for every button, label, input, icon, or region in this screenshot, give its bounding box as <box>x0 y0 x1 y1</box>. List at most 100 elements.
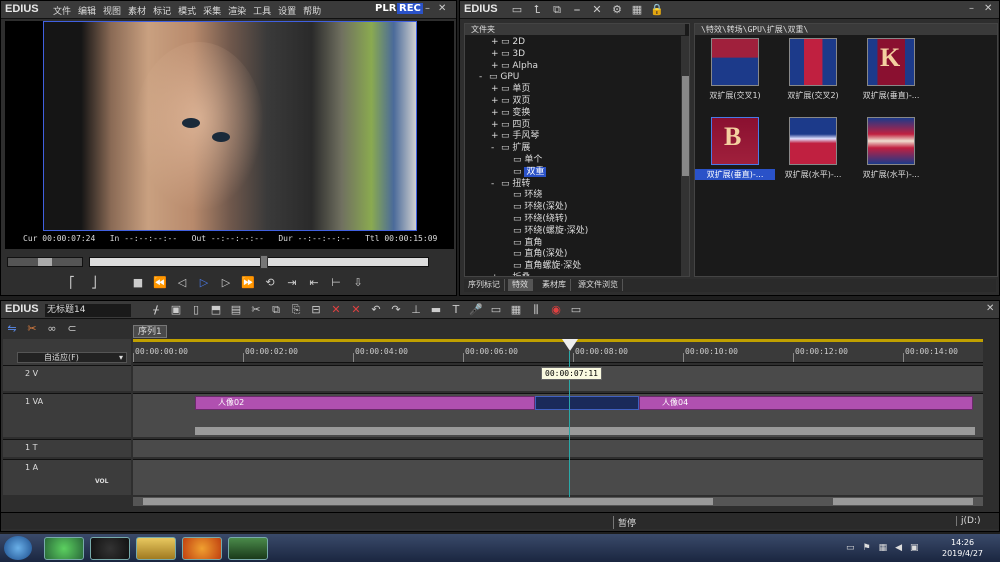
split-icon[interactable]: ⊥ <box>409 303 423 317</box>
redo-icon[interactable]: ↷ <box>389 303 403 317</box>
fast-forward-icon[interactable]: ⏩ <box>241 276 255 290</box>
tray-flag-icon[interactable]: ⚑ <box>863 543 871 553</box>
taskbar-app-firefox[interactable] <box>182 537 222 560</box>
track-header[interactable]: 1 VA <box>3 393 131 437</box>
ripple-delete-icon[interactable]: ✕ <box>349 303 363 317</box>
expander-icon[interactable]: - <box>491 179 501 191</box>
close-button[interactable]: ✕ <box>438 3 446 14</box>
library-tab[interactable]: 序列标记 <box>464 279 505 291</box>
library-tab[interactable]: 素材库 <box>538 279 571 291</box>
track-header[interactable]: 2 V <box>3 365 131 391</box>
expander-icon[interactable]: + <box>491 273 501 276</box>
expander-icon[interactable]: + <box>491 37 501 49</box>
expander-icon[interactable]: + <box>491 61 501 73</box>
paste-icon[interactable]: ⎘ <box>289 303 303 317</box>
plr-label[interactable]: PLR <box>375 3 396 14</box>
clock[interactable]: 14:26 2019/4/27 <box>942 537 983 559</box>
effect-thumbnail[interactable] <box>789 38 837 86</box>
text-icon[interactable]: T <box>449 303 463 317</box>
new-file-icon[interactable]: ▯ <box>189 303 203 317</box>
overwrite-icon[interactable]: ⇤ <box>307 276 321 290</box>
timeline-close-button[interactable]: ✕ <box>986 303 994 314</box>
position-handle[interactable] <box>260 255 268 269</box>
folder-scroll-thumb[interactable] <box>682 76 689 176</box>
taskbar-app-edius[interactable] <box>228 537 268 560</box>
folder-tree-item[interactable]: + ▭ 手风琴 <box>467 131 677 143</box>
menu-item[interactable]: 素材 <box>128 4 146 17</box>
menu-item[interactable]: 工具 <box>253 4 271 17</box>
effect-thumbnail[interactable]: K <box>867 38 915 86</box>
transition-block[interactable] <box>535 396 639 410</box>
effect-thumbnail[interactable] <box>867 117 915 165</box>
jog-handle[interactable] <box>38 258 52 266</box>
folder-tree-item[interactable]: + ▭ 单页 <box>467 84 677 96</box>
mark-icon[interactable]: ▬ <box>429 303 443 317</box>
mode-icon-3[interactable]: ∞ <box>45 322 59 336</box>
stop-icon[interactable]: ■ <box>131 276 145 290</box>
loop-icon[interactable]: ⟲ <box>263 276 277 290</box>
expander-icon[interactable]: + <box>491 108 501 120</box>
menu-item[interactable]: 视图 <box>103 4 121 17</box>
track-area[interactable] <box>133 459 983 495</box>
menu-item[interactable]: 标记 <box>153 4 171 17</box>
grid-icon[interactable]: ▦ <box>509 303 523 317</box>
open-icon[interactable]: ⬒ <box>209 303 223 317</box>
tray-volume-icon[interactable]: ◀ <box>895 543 902 553</box>
new-sequence-icon[interactable]: ᚋ <box>149 303 163 317</box>
fit-dropdown[interactable]: 自适应(F) ▾ <box>17 352 127 363</box>
track-area[interactable] <box>133 439 983 457</box>
library-tab[interactable]: 源文件浏览 <box>574 279 623 291</box>
settings-icon[interactable]: ⚙ <box>610 3 624 17</box>
undo-icon[interactable]: ↶ <box>369 303 383 317</box>
layout-icon[interactable]: ▭ <box>569 303 583 317</box>
taskbar-app-qq[interactable] <box>90 537 130 560</box>
play-icon[interactable]: ▷ <box>197 276 211 290</box>
timeline-scroll-thumb2[interactable] <box>833 498 973 505</box>
set-out-icon[interactable]: ⎦ <box>87 276 101 290</box>
expander-icon[interactable]: - <box>479 72 489 84</box>
mixer-icon[interactable]: ⫼ <box>529 303 543 317</box>
render-icon[interactable]: ▭ <box>489 303 503 317</box>
minimize-button[interactable]: – <box>425 3 430 14</box>
capture-icon[interactable]: ▣ <box>169 303 183 317</box>
menu-item[interactable]: 渲染 <box>228 4 246 17</box>
clip-portrait-02[interactable]: 人像02 <box>195 396 535 410</box>
step-forward-icon[interactable]: ▷ <box>219 276 233 290</box>
tray-network-icon[interactable]: ▦ <box>879 543 888 553</box>
track-header[interactable]: 1 A VOL <box>3 459 131 495</box>
library-close-button[interactable]: ✕ <box>984 3 992 14</box>
effect-thumbnail[interactable] <box>711 38 759 86</box>
folder-tree-item[interactable]: - ▭ 扩展 <box>467 143 677 155</box>
timeline-scrollbar[interactable] <box>133 497 983 506</box>
expander-icon[interactable]: + <box>491 84 501 96</box>
export-icon[interactable]: ⇩ <box>351 276 365 290</box>
folder-tree-item[interactable]: + ▭ Alpha <box>467 61 677 73</box>
position-slider[interactable] <box>89 255 429 269</box>
copy2-icon[interactable]: ⧉ <box>269 303 283 317</box>
expander-icon[interactable]: - <box>491 143 501 155</box>
folder-tree-item[interactable]: + ▭ 四页 <box>467 120 677 132</box>
folder-tree-item[interactable]: +▭ 折叠 <box>467 273 677 276</box>
rewind-icon[interactable]: ⏪ <box>153 276 167 290</box>
folder-tree-item[interactable]: ▭ 直角 <box>467 238 677 250</box>
save-icon[interactable]: ▤ <box>229 303 243 317</box>
folder-tree-item[interactable]: ▭ 直角(深处) <box>467 249 677 261</box>
menu-item[interactable]: 编辑 <box>78 4 96 17</box>
record-icon[interactable]: ◉ <box>549 303 563 317</box>
insert-icon[interactable]: ⇥ <box>285 276 299 290</box>
clip-portrait-04[interactable]: 人像04 <box>639 396 973 410</box>
menu-item[interactable]: 采集 <box>203 4 221 17</box>
mode-icon-4[interactable]: ⊂ <box>65 322 79 336</box>
up-folder-icon[interactable]: ⮤ <box>530 3 544 17</box>
library-tab[interactable]: 特效 <box>508 279 533 291</box>
folder-tree-item[interactable]: ▭ 直角螺旋·深处 <box>467 261 677 273</box>
menu-item[interactable]: 文件 <box>53 4 71 17</box>
folder-icon[interactable]: ▭ <box>510 3 524 17</box>
start-button[interactable] <box>4 536 32 560</box>
folder-tree-item[interactable]: ▭ 单个 <box>467 155 677 167</box>
menu-item[interactable]: 帮助 <box>303 4 321 17</box>
tray-ime-icon[interactable]: ▣ <box>910 543 919 553</box>
trim-icon[interactable]: ⊢ <box>329 276 343 290</box>
timeline-scroll-thumb[interactable] <box>143 498 713 505</box>
effect-thumbnail[interactable] <box>789 117 837 165</box>
